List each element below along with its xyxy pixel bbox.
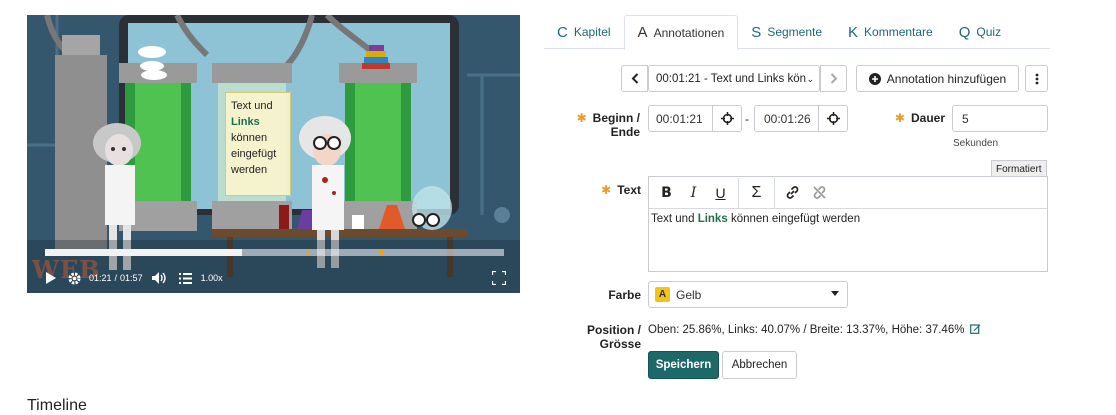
annotation-link[interactable]: Links [231, 116, 260, 128]
annotation-select-value: 00:01:21 - Text und Links kön [656, 72, 807, 85]
color-select[interactable]: A Gelb [648, 281, 848, 308]
editor-toolbar: B I U Σ [649, 177, 1047, 209]
chevron-left-icon [631, 73, 638, 84]
video-progress-bar[interactable] [45, 249, 504, 256]
duration-label-text: Dauer [910, 111, 945, 125]
begin-end-label: ✱ Beginn / Ende [545, 111, 640, 139]
more-vertical-icon [1035, 73, 1038, 84]
annotation-text-after: können eingefügt werden [231, 132, 277, 176]
tab-kapitel-key: C [557, 23, 568, 41]
range-separator: - [745, 112, 749, 126]
timeline-heading: Timeline [27, 397, 87, 414]
annotation-marker[interactable] [380, 249, 384, 256]
underline-icon[interactable]: U [707, 178, 734, 208]
duration-value: 5 [962, 111, 969, 126]
caret-down-icon: ⌄ [806, 74, 814, 84]
duration-input[interactable]: 5 [952, 105, 1048, 132]
tab-kapitel[interactable]: C Kapitel [544, 15, 624, 49]
position-value: Oben: 25.86%, Links: 40.07% / Breite: 13… [648, 323, 981, 336]
next-annotation-button[interactable] [820, 65, 847, 92]
end-time-pick-button[interactable] [818, 105, 848, 132]
list-icon[interactable] [175, 272, 197, 284]
editor-link[interactable]: Links [698, 213, 728, 225]
caret-down-icon [831, 291, 839, 296]
play-icon[interactable] [39, 272, 61, 284]
toolbar-divider [738, 177, 739, 208]
playback-speed[interactable]: 1.00x [201, 273, 223, 283]
tab-quiz[interactable]: Q Quiz [946, 15, 1014, 49]
text-label-text: Text [617, 183, 641, 197]
editor-text-after: können eingefügt werden [730, 213, 861, 225]
volume-icon[interactable] [149, 272, 171, 284]
video-player[interactable]: Text und Links können eingefügt werden W… [27, 15, 520, 293]
end-time-input[interactable]: 00:01:26 [754, 105, 819, 132]
plus-circle-icon [868, 72, 881, 85]
format-badge[interactable]: Formatiert [991, 160, 1047, 177]
tab-quiz-key: Q [958, 23, 971, 41]
tab-quiz-label: Quiz [976, 25, 1002, 39]
duration-label: ✱ Dauer [890, 111, 945, 125]
cancel-button[interactable]: Abbrechen [722, 351, 797, 379]
required-icon: ✱ [894, 111, 905, 125]
sigma-icon[interactable]: Σ [743, 178, 770, 208]
end-time-value: 00:01:26 [764, 111, 811, 126]
link-icon[interactable] [779, 178, 806, 208]
color-label: Farbe [608, 288, 641, 302]
unlink-icon[interactable] [806, 178, 833, 208]
video-controls: 01:21 / 01:57 1.00x [27, 263, 520, 293]
begin-end-label-text: Beginn / Ende [592, 111, 640, 139]
tab-kommentare-label: Kommentare [864, 25, 933, 39]
crosshair-icon [720, 112, 734, 125]
position-value-text: Oben: 25.86%, Links: 40.07% / Breite: 13… [648, 324, 965, 336]
required-icon: ✱ [576, 111, 587, 125]
crosshair-icon [826, 112, 840, 125]
total-time: 01:57 [120, 273, 143, 283]
tab-annotationen-key: A [637, 24, 648, 41]
begin-time-pick-button[interactable] [712, 105, 742, 132]
edit-icon[interactable] [969, 323, 981, 334]
italic-icon[interactable]: I [680, 178, 707, 208]
required-icon: ✱ [601, 183, 612, 197]
tab-annotationen-label: Annotationen [653, 25, 725, 40]
video-progress-played [45, 249, 243, 256]
color-select-value: Gelb [676, 287, 702, 302]
tab-kommentare[interactable]: K Kommentare [835, 15, 946, 49]
current-time: 01:21 [89, 273, 112, 283]
annotation-overlay[interactable]: Text und Links können eingefügt werden [225, 92, 291, 196]
rich-text-editor[interactable]: B I U Σ Text und Links können eingefügt … [648, 176, 1048, 272]
text-label: ✱ Text [590, 183, 641, 197]
editor-tabs: C Kapitel A Annotationen S Segmente K Ko… [544, 15, 1050, 50]
duration-unit: Sekunden [953, 138, 999, 149]
more-options-button[interactable] [1025, 65, 1048, 92]
annotation-select[interactable]: 00:01:21 - Text und Links kön ⌄ [648, 65, 820, 92]
tab-kapitel-label: Kapitel [573, 25, 611, 39]
tab-segmente-key: S [751, 23, 762, 41]
tab-kommentare-key: K [848, 23, 859, 41]
tab-segmente[interactable]: S Segmente [738, 15, 835, 49]
annotation-text-before: Text und [231, 100, 273, 112]
editor-content[interactable]: Text und Links können eingefügt werden [649, 209, 1047, 229]
begin-time-value: 00:01:21 [656, 111, 703, 126]
gear-icon[interactable] [63, 272, 85, 285]
add-annotation-button[interactable]: Annotation hinzufügen [856, 65, 1019, 92]
annotation-marker[interactable] [306, 249, 310, 256]
position-label: Position / Grösse [587, 323, 641, 351]
tab-annotationen[interactable]: A Annotationen [623, 15, 739, 50]
add-annotation-label: Annotation hinzufügen [886, 71, 1007, 86]
begin-time-input[interactable]: 00:01:21 [648, 105, 713, 132]
time-separator: / [114, 273, 118, 283]
toolbar-divider [774, 177, 775, 208]
editor-text-before: Text und [651, 213, 695, 225]
prev-annotation-button[interactable] [621, 65, 648, 92]
fullscreen-icon[interactable] [490, 271, 508, 285]
tab-segmente-label: Segmente [767, 25, 823, 39]
color-swatch: A [655, 287, 670, 302]
save-button[interactable]: Speichern [648, 351, 719, 379]
chevron-right-icon [830, 73, 837, 84]
bold-icon[interactable]: B [653, 178, 680, 208]
